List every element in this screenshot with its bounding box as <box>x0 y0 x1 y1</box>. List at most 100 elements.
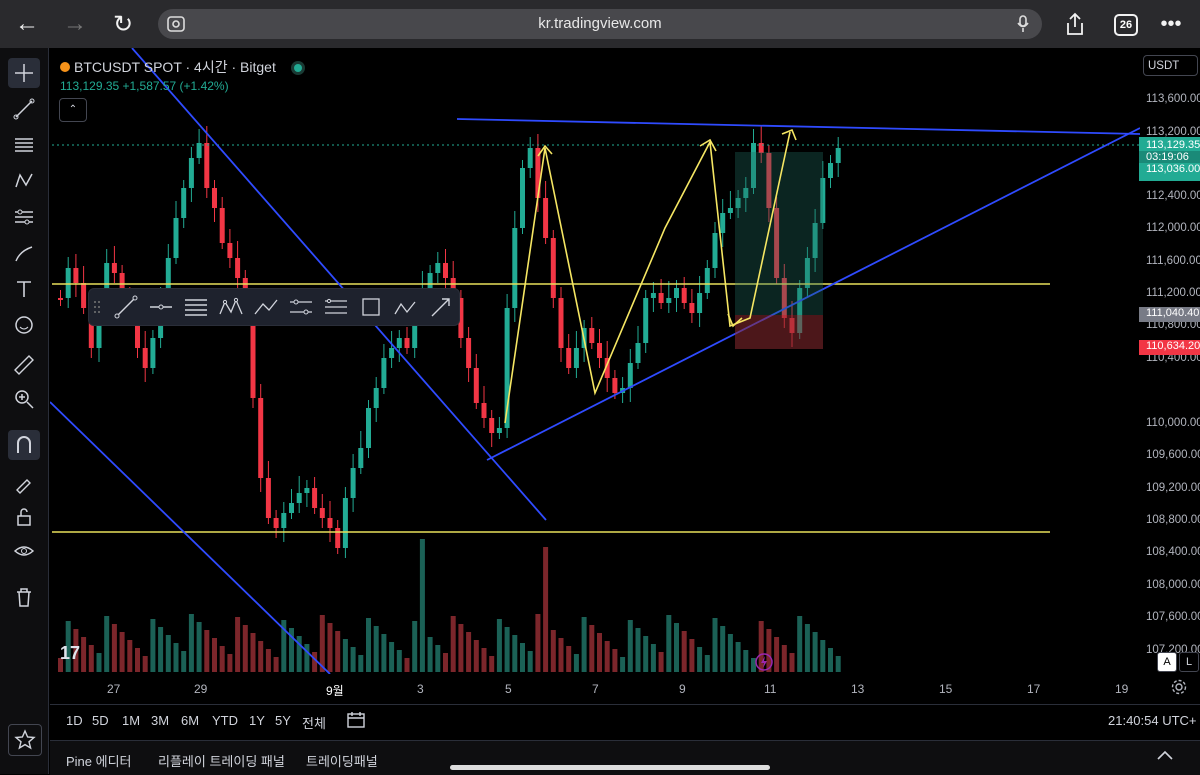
volume-bar <box>581 617 587 672</box>
candle-body <box>296 493 302 503</box>
candle-body <box>73 268 79 283</box>
symbol-title[interactable]: BTCUSDT SPOT · 4시간 · Bitget <box>60 57 302 77</box>
candle-body <box>358 448 364 468</box>
price-chart[interactable] <box>50 48 1140 674</box>
magnet-tool-icon[interactable] <box>8 430 40 460</box>
stay-drawing-icon[interactable] <box>8 468 40 498</box>
volume-bar <box>443 653 448 672</box>
tab-replay-trading[interactable]: 리플레이 트레이딩 패널 <box>158 751 285 770</box>
fib-icon[interactable] <box>183 294 209 320</box>
rectangle-icon[interactable] <box>358 294 384 320</box>
timeframe-1y[interactable]: 1Y <box>249 713 265 728</box>
clock[interactable]: 21:40:54 UTC+ <box>1108 713 1197 728</box>
tradingview-logo[interactable]: 17 <box>60 643 80 664</box>
timeframe-1d[interactable]: 1D <box>66 713 83 728</box>
pattern-tool-icon[interactable] <box>8 166 40 196</box>
candle-body <box>496 428 502 433</box>
price-label: 112,400.00 <box>1146 190 1200 202</box>
text-tool-icon[interactable] <box>8 274 40 304</box>
more-menu-icon[interactable]: ••• <box>1154 8 1188 40</box>
position-icon[interactable] <box>323 294 349 320</box>
candle-body <box>81 283 87 308</box>
candle-body <box>828 163 833 178</box>
log-scale-button[interactable]: L <box>1179 652 1199 672</box>
emoji-tool-icon[interactable] <box>8 310 40 340</box>
timeframe-5d[interactable]: 5D <box>92 713 109 728</box>
back-icon[interactable]: ← <box>10 8 44 40</box>
chart-settings-icon[interactable] <box>1170 678 1188 696</box>
tab-count-button[interactable]: 26 <box>1114 14 1138 36</box>
candle-body <box>720 213 726 233</box>
collapse-panel-chevron-icon[interactable] <box>1156 749 1174 761</box>
favorites-star-icon[interactable] <box>8 724 42 756</box>
projection-icon[interactable] <box>253 294 279 320</box>
prediction-tool-icon[interactable] <box>8 202 40 232</box>
tab-pine-editor[interactable]: Pine 에디터 <box>66 751 132 770</box>
brush-tool-icon[interactable] <box>8 238 40 268</box>
url-text: kr.tradingview.com <box>538 15 662 32</box>
volume-bar <box>150 619 156 672</box>
volume-bar <box>96 653 102 672</box>
ruler-tool-icon[interactable] <box>8 350 40 380</box>
candle-body <box>227 243 233 258</box>
lock-icon[interactable] <box>8 502 40 532</box>
candle-body <box>173 218 179 258</box>
price-label: 108,400.00 <box>1146 546 1200 558</box>
zoom-tool-icon[interactable] <box>8 384 40 414</box>
candle-body <box>350 468 356 498</box>
candle-body <box>342 498 348 548</box>
address-bar[interactable]: kr.tradingview.com <box>158 9 1042 39</box>
volume-bar <box>820 640 826 672</box>
fib-tool-icon[interactable] <box>8 130 40 160</box>
auto-scale-button[interactable]: A <box>1157 652 1177 672</box>
crosshair-tool-icon[interactable] <box>8 58 40 88</box>
timeframe-all[interactable]: 전체 <box>302 713 326 732</box>
volume-bar <box>828 648 833 672</box>
volume-bar <box>319 615 325 672</box>
volume-bar <box>135 648 140 672</box>
volume-bar <box>358 655 364 672</box>
candle-body <box>443 263 448 278</box>
timeframe-ytd[interactable]: YTD <box>212 713 238 728</box>
drag-handle-icon[interactable] <box>93 299 101 315</box>
candle-body <box>150 338 156 368</box>
timeframe-1m[interactable]: 1M <box>122 713 140 728</box>
arrow-icon[interactable] <box>428 294 454 320</box>
visibility-icon[interactable] <box>8 536 40 566</box>
candle-body <box>658 293 664 303</box>
reload-icon[interactable]: ↻ <box>106 8 140 40</box>
volume-bar <box>250 633 256 672</box>
abcd-icon[interactable] <box>393 294 419 320</box>
trendline-icon[interactable] <box>113 294 139 320</box>
share-icon[interactable] <box>1064 12 1086 36</box>
date-range-icon[interactable] <box>346 711 366 729</box>
timeframe-5y[interactable]: 5Y <box>275 713 291 728</box>
tab-trading-panel[interactable]: 트레이딩패널 <box>306 751 378 770</box>
volume-bar <box>181 651 187 672</box>
microphone-icon[interactable] <box>1016 15 1030 33</box>
home-indicator <box>450 765 770 770</box>
market-open-dot-icon <box>293 64 302 72</box>
lightning-icon[interactable] <box>754 652 774 672</box>
candle-body <box>650 293 656 298</box>
pattern-icon[interactable] <box>218 294 244 320</box>
horizontal-ray-icon[interactable] <box>148 294 174 320</box>
volume-bar <box>458 624 464 672</box>
trendline <box>456 118 1140 135</box>
collapse-legend-icon[interactable]: ⌃ <box>59 98 87 122</box>
trendline-tool-icon[interactable] <box>8 94 40 124</box>
bar-countdown: 03:19:06 <box>1139 151 1200 163</box>
candle-body <box>381 358 387 388</box>
trash-icon[interactable] <box>8 582 40 612</box>
channel-icon[interactable] <box>288 294 314 320</box>
volume-bar <box>435 645 441 672</box>
currency-selector[interactable]: USDT <box>1143 55 1198 76</box>
volume-bar <box>404 658 410 672</box>
forward-icon[interactable]: → <box>58 8 92 40</box>
time-axis[interactable]: 27 29 9월 3 5 7 9 11 13 15 17 19 <box>50 674 1200 700</box>
timeframe-6m[interactable]: 6M <box>181 713 199 728</box>
candle-body <box>427 273 433 288</box>
timeframe-3m[interactable]: 3M <box>151 713 169 728</box>
candle-body <box>627 363 633 388</box>
volume-bar <box>412 621 418 672</box>
